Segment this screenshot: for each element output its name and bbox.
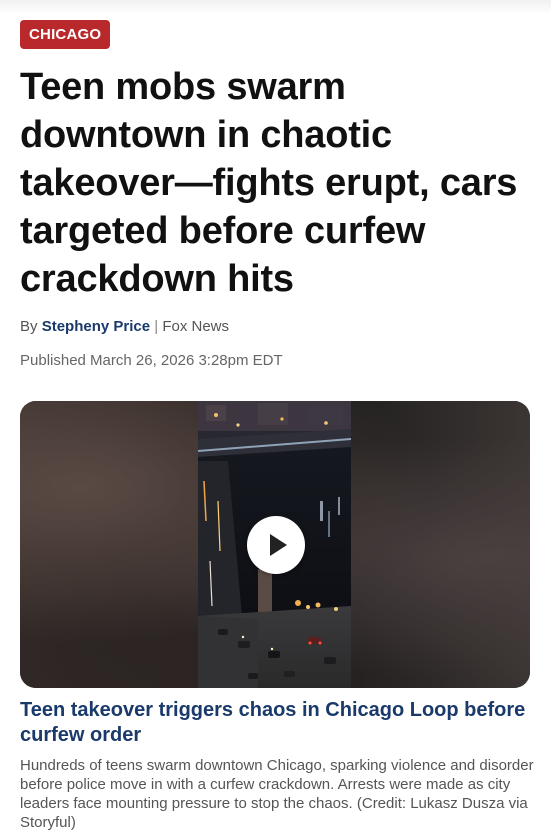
article-headline: Teen mobs swarm downtown in chaotic take… [20,66,518,300]
video-player[interactable] [20,401,530,688]
video-title[interactable]: Teen takeover triggers chaos in Chicago … [20,698,535,748]
author-link[interactable]: Stepheny Price [42,318,150,335]
play-icon [270,534,287,556]
published-date: Published March 26, 2026 3:28pm EDT [20,352,283,369]
byline-prefix: By [20,318,38,335]
byline-source: Fox News [162,318,230,335]
video-caption: Hundreds of teens swarm downtown Chicago… [20,757,534,831]
category-badge[interactable]: CHICAGO [20,20,111,49]
byline-separator: | [154,318,159,335]
top-fade [0,0,551,14]
play-button[interactable] [247,516,305,574]
byline: By Stepheny Price | Fox News [20,318,229,335]
